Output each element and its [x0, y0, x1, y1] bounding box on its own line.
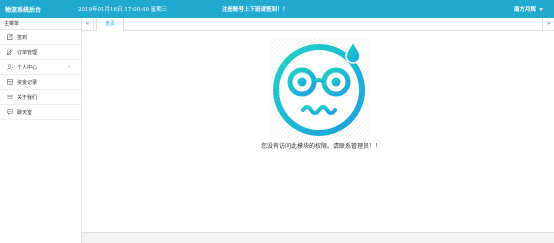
sidebar-item-label: 订单管理 — [17, 49, 38, 56]
sidebar-item-profile[interactable]: 个人中心 › — [0, 60, 81, 75]
no-permission-face-icon — [269, 38, 369, 138]
chat-icon — [7, 109, 13, 116]
no-permission-message: 您没有访问此模块的权限。请联系管理员！！ — [260, 144, 381, 150]
sidebar-item-chatroom[interactable]: 聊天室 — [0, 105, 81, 120]
user-menu-button[interactable]: 南方月辉 — [514, 5, 543, 13]
main-content: 您没有访问此模块的权限。请联系管理员！！ — [82, 31, 554, 232]
sidebar-item-label: 关于我们 — [17, 94, 38, 101]
caret-down-icon — [539, 7, 543, 11]
tab-scroll-right-button[interactable]: » — [542, 18, 554, 31]
sidebar-item-label: 资金记录 — [17, 79, 38, 86]
tab-scroll-left-button[interactable]: « — [82, 18, 94, 31]
edit-icon — [7, 33, 13, 40]
chevron-right-icon: › — [68, 64, 70, 70]
current-datetime: 2019年01月16日 17:00:49 星期三 — [78, 7, 168, 13]
pencil-icon — [7, 49, 13, 55]
sidebar-item-funds[interactable]: 资金记录 — [0, 75, 81, 90]
user-icon — [7, 64, 13, 70]
footer-bar — [82, 232, 554, 243]
sidebar-item-label: 聊天室 — [17, 109, 33, 116]
wallet-icon — [7, 79, 13, 85]
sidebar-item-checkin[interactable]: 签到 — [0, 30, 81, 45]
group-icon — [6, 94, 14, 100]
sidebar-title: 主菜单 — [0, 18, 81, 30]
notice-text: 注册账号上下班请签到！！ — [222, 7, 289, 13]
sidebar-item-label: 个人中心 — [17, 64, 38, 71]
tab-home[interactable]: 首页 — [96, 18, 125, 31]
sidebar-item-label: 签到 — [17, 34, 28, 41]
sidebar-item-orders[interactable]: 订单管理 — [0, 45, 81, 60]
app-title: 物流系统后台 — [5, 8, 42, 14]
sidebar-item-about[interactable]: 关于我们 — [0, 90, 81, 105]
tab-bar: « 首页 » — [82, 18, 554, 31]
top-header-bar: 物流系统后台 2019年01月16日 17:00:49 星期三 注册账号上下班请… — [0, 0, 554, 18]
sidebar: 主菜单 签到 订单管理 个人中心 › 资金记录 关于我们 聊天室 — [0, 18, 82, 243]
user-name: 南方月辉 — [513, 7, 536, 13]
